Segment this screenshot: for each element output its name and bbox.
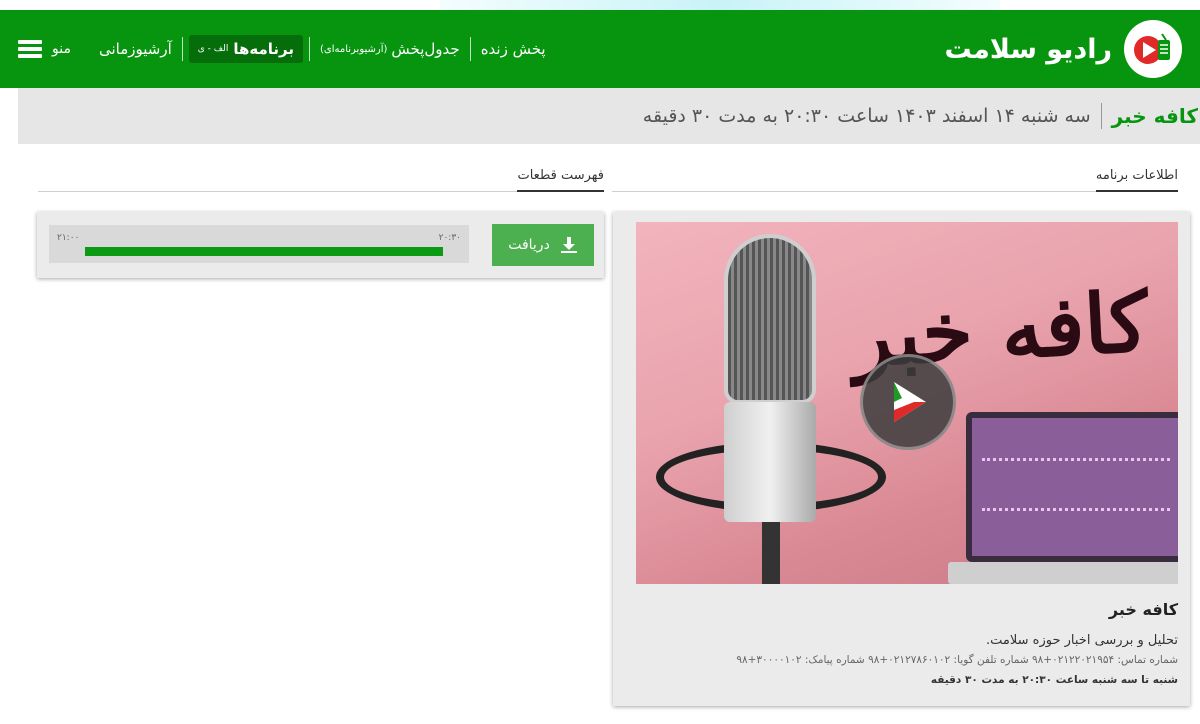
top-accent-line: [440, 0, 1000, 10]
program-contact: شماره تماس: ۰۲۱۲۲۰۲۱۹۵۴+۹۸ شماره تلفن گو…: [736, 654, 1178, 666]
broadcast-info: سه شنبه ۱۴ اسفند ۱۴۰۳ ساعت ۲۰:۳۰ به مدت …: [642, 105, 1091, 127]
program-info-title: اطلاعات برنامه: [1095, 162, 1178, 192]
nav-time-archive[interactable]: آرشیوزمانی: [89, 40, 182, 58]
segment-end-time: ۲۱:۰۰: [57, 233, 80, 243]
program-info-header: اطلاعات برنامه: [612, 162, 1178, 192]
nav-schedule[interactable]: جدول‌پخش (آرشیو‌برنامه‌ای): [310, 40, 470, 58]
play-button[interactable]: [860, 354, 956, 450]
program-name: کافه خبر: [1108, 600, 1178, 619]
segment-start-time: ۲۰:۳۰: [438, 233, 461, 243]
program-cover-image: کافه خبر: [636, 222, 1178, 584]
program-info-section: اطلاعات برنامه کافه خبر کافه خبر تحلیل و…: [612, 162, 1190, 706]
segment-progress-fill: [85, 247, 443, 256]
nav-separator: [469, 37, 471, 61]
hamburger-icon: [18, 40, 42, 58]
main-nav: پخش زنده جدول‌پخش (آرشیو‌برنامه‌ای) برنا…: [18, 35, 556, 63]
download-button[interactable]: دریافت: [492, 224, 594, 266]
menu-button[interactable]: منو: [18, 40, 71, 58]
laptop-graphic: [966, 412, 1178, 562]
nav-programs-badge: الف - ی: [197, 44, 229, 54]
mic-stand-graphic: [762, 522, 780, 584]
nav-programs[interactable]: برنامه‌ها الف - ی: [188, 35, 303, 63]
brand-title: رادیو سلامت: [944, 33, 1112, 65]
segments-title: فهرست قطعات: [517, 162, 604, 192]
microphone-body-graphic: [724, 402, 816, 522]
nav-separator: [181, 37, 183, 61]
program-card: کافه خبر کافه خبر تحلیل و بررسی اخبار حو…: [613, 212, 1190, 706]
nav-programs-label: برنامه‌ها: [233, 40, 294, 58]
site-header: رادیو سلامت پخش زنده جدول‌پخش (آرشیو‌برن…: [0, 10, 1200, 88]
download-icon: [560, 237, 577, 253]
nav-schedule-note: (آرشیو‌برنامه‌ای): [319, 43, 388, 55]
program-schedule: شنبه تا سه شنبه ساعت ۲۰:۳۰ به مدت ۳۰ دقی…: [930, 674, 1178, 686]
main-content: اطلاعات برنامه کافه خبر کافه خبر تحلیل و…: [18, 144, 1200, 724]
segments-section: فهرست قطعات دریافت ۲۰:۳۰ ۲۱:۰۰: [37, 162, 604, 278]
segment-item: دریافت ۲۰:۳۰ ۲۱:۰۰: [37, 212, 604, 278]
microphone-graphic: [724, 234, 816, 404]
radio-logo-icon: [1124, 20, 1182, 78]
segment-timeline[interactable]: ۲۰:۳۰ ۲۱:۰۰: [49, 225, 469, 263]
nav-schedule-label: جدول‌پخش: [391, 40, 460, 58]
program-title: کافه خبر: [1111, 104, 1198, 128]
segment-progress-track: [85, 247, 443, 256]
menu-label: منو: [52, 41, 71, 57]
program-subheader: کافه خبر سه شنبه ۱۴ اسفند ۱۴۰۳ ساعت ۲۰:۳…: [18, 88, 1200, 144]
segments-header: فهرست قطعات: [38, 162, 604, 192]
program-description: تحلیل و بررسی اخبار حوزه سلامت.: [986, 633, 1178, 648]
nav-live[interactable]: پخش زنده: [471, 40, 556, 58]
subheader-separator: [1100, 103, 1102, 129]
download-label: دریافت: [508, 237, 550, 253]
nav-separator: [308, 37, 310, 61]
brand[interactable]: رادیو سلامت: [945, 20, 1182, 78]
laptop-base-graphic: [948, 562, 1178, 584]
play-icon: [894, 382, 926, 422]
